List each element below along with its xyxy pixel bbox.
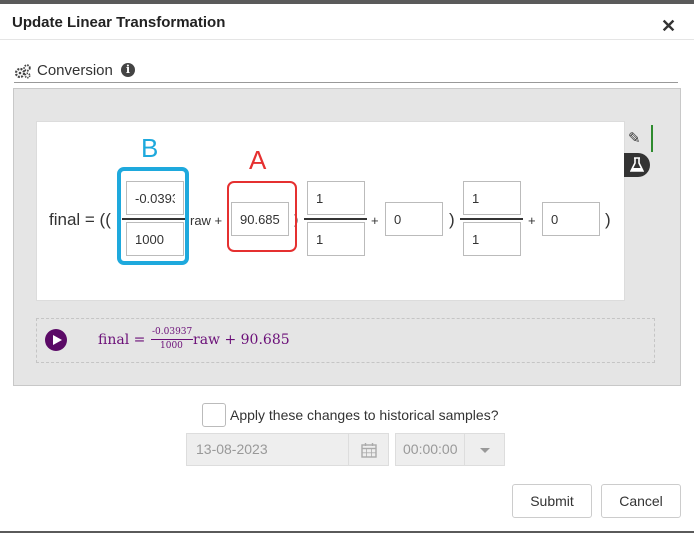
dialog-title: Update Linear Transformation [12, 14, 226, 31]
preview-rest: raw + 90.685 [193, 332, 290, 348]
pencil-icon[interactable]: ✎ [628, 129, 641, 147]
fraction-bar [460, 218, 523, 220]
close-paren: ) [449, 210, 455, 229]
offset2-input[interactable] [385, 202, 443, 236]
conversion-label: Conversion [37, 62, 113, 79]
offset3-input[interactable] [542, 202, 600, 236]
annotation-label-a: A [249, 145, 267, 175]
apply-historical-checkbox[interactable] [202, 403, 226, 427]
header-divider [0, 39, 694, 40]
plus-sign: + [528, 213, 536, 228]
cancel-button[interactable]: Cancel [601, 484, 681, 518]
scale3-numerator-input[interactable] [463, 181, 521, 215]
scale3-denominator-input[interactable] [463, 222, 521, 256]
equation-lhs: final = (( [49, 210, 111, 229]
submit-button[interactable]: Submit [512, 484, 592, 518]
caret-down-icon[interactable] [465, 433, 505, 466]
annotation-box-a [227, 181, 297, 252]
annotation-label-b: B [141, 133, 159, 163]
scale2-denominator-input[interactable] [307, 222, 365, 256]
flask-icon[interactable] [624, 153, 650, 177]
edit-indicator [651, 125, 653, 152]
preview-numerator: -0.03937 [152, 327, 193, 337]
apply-historical-label: Apply these changes to historical sample… [230, 407, 499, 423]
fraction-bar [304, 218, 367, 220]
date-input[interactable]: 13-08-2023 [186, 433, 349, 466]
preview-lhs: final = [98, 332, 146, 348]
calendar-icon[interactable] [349, 433, 389, 466]
time-input[interactable]: 00:00:00 [395, 433, 465, 466]
annotation-box-b [117, 167, 189, 265]
gears-icon [14, 64, 32, 83]
close-paren-end: ) [605, 210, 611, 229]
conversion-section-header: Conversion i [14, 62, 678, 83]
scale2-numerator-input[interactable] [307, 181, 365, 215]
preview-denominator: 1000 [160, 341, 183, 351]
preview-fraction-bar [151, 339, 193, 340]
raw-plus-label: raw + [190, 213, 223, 228]
close-icon[interactable]: ✕ [661, 17, 676, 35]
info-icon[interactable]: i [121, 63, 135, 77]
play-icon[interactable] [45, 329, 67, 351]
plus-sign: + [371, 213, 379, 228]
